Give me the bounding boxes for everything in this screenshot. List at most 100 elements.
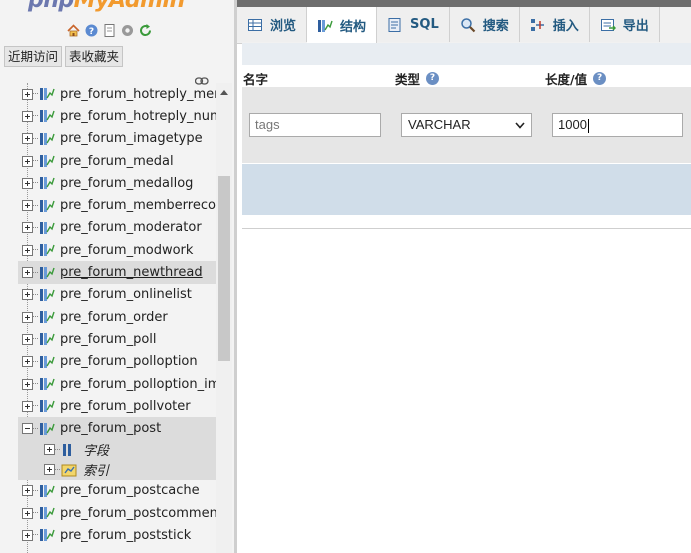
collapse-icon[interactable] <box>22 423 33 435</box>
table-name[interactable]: pre_forum_medal <box>60 154 174 169</box>
table-structure-icon[interactable] <box>39 86 55 102</box>
table-name[interactable]: pre_forum_newthread <box>60 265 203 280</box>
table-structure-icon[interactable] <box>39 198 55 214</box>
columns-node[interactable]: 字段 <box>18 439 216 460</box>
table-structure-icon[interactable] <box>39 131 55 147</box>
indexes-node[interactable]: 索引 <box>18 459 216 480</box>
table-structure-icon[interactable] <box>39 421 55 437</box>
column-name-input[interactable]: tags <box>249 113 381 137</box>
tab-export[interactable]: 导出 <box>589 7 660 42</box>
table-name[interactable]: pre_forum_post <box>60 421 161 436</box>
reload-icon[interactable] <box>138 23 153 38</box>
tab-search[interactable]: 搜索 <box>449 7 520 42</box>
table-name[interactable]: pre_forum_pollvoter <box>60 399 191 414</box>
expand-icon[interactable] <box>22 133 33 145</box>
table-name[interactable]: pre_forum_postcache <box>60 483 200 498</box>
table-structure-icon[interactable] <box>39 242 55 258</box>
expand-icon[interactable] <box>22 110 33 122</box>
table-row[interactable]: pre_forum_imagetype <box>18 128 216 150</box>
expand-icon[interactable] <box>22 333 33 345</box>
tab-insert[interactable]: 插入 <box>519 7 590 42</box>
scroll-up-arrow-icon[interactable] <box>220 90 228 95</box>
expand-icon[interactable] <box>22 244 33 256</box>
column-length-input[interactable]: 1000 <box>552 113 683 137</box>
expand-icon[interactable] <box>22 356 33 368</box>
expand-icon[interactable] <box>22 311 33 323</box>
table-name[interactable]: pre_forum_modwork <box>60 243 193 258</box>
table-row[interactable]: pre_forum_medal <box>18 150 216 172</box>
tab-structure[interactable]: 结构 <box>307 7 378 44</box>
table-row[interactable]: pre_forum_polloption_im <box>18 373 216 395</box>
expand-icon[interactable] <box>22 400 33 412</box>
tab-sql[interactable]: SQL <box>377 7 450 42</box>
expand-icon[interactable] <box>22 177 33 189</box>
table-name[interactable]: pre_forum_moderator <box>60 220 202 235</box>
help-icon[interactable]: ? <box>426 72 440 85</box>
expand-icon[interactable] <box>22 155 33 167</box>
table-structure-icon[interactable] <box>39 108 55 124</box>
table-row[interactable]: pre_forum_hotreply_num <box>18 105 216 127</box>
table-structure-icon[interactable] <box>39 354 55 370</box>
table-structure-icon[interactable] <box>39 483 55 499</box>
expand-icon[interactable] <box>22 485 33 497</box>
home-icon[interactable] <box>66 23 81 38</box>
help-icon[interactable]: ? <box>593 72 607 85</box>
table-name[interactable]: pre_forum_onlinelist <box>60 287 192 302</box>
table-row[interactable]: pre_forum_postcache <box>18 480 216 502</box>
table-row-expanded[interactable]: pre_forum_post <box>18 417 216 440</box>
table-name[interactable]: pre_forum_poststick <box>60 528 191 543</box>
expand-icon[interactable] <box>44 464 55 476</box>
column-type-select[interactable]: VARCHAR <box>401 113 532 137</box>
phpmyadmin-logo[interactable]: phpMyAdmin <box>28 0 185 13</box>
table-name[interactable]: pre_forum_postcommen <box>60 506 216 521</box>
table-row[interactable]: pre_forum_medallog <box>18 172 216 194</box>
table-name[interactable]: pre_forum_memberrecor <box>60 198 216 213</box>
tab-browse[interactable]: 浏览 <box>237 7 308 42</box>
table-row[interactable]: pre_forum_moderator <box>18 217 216 239</box>
table-structure-icon[interactable] <box>39 527 55 543</box>
expand-icon[interactable] <box>22 289 33 301</box>
table-structure-icon[interactable] <box>39 265 55 281</box>
table-row[interactable]: pre_forum_memberrecor <box>18 194 216 216</box>
expand-icon[interactable] <box>22 200 33 212</box>
table-name[interactable]: pre_forum_hotreply_num <box>60 109 216 124</box>
table-row[interactable]: pre_forum_poststick <box>18 524 216 546</box>
expand-icon[interactable] <box>22 529 33 541</box>
expand-icon[interactable] <box>22 378 33 390</box>
expand-icon[interactable] <box>44 444 55 456</box>
table-structure-icon[interactable] <box>39 505 55 521</box>
table-row[interactable]: pre_forum_modwork <box>18 239 216 261</box>
table-name[interactable]: pre_forum_hotreply_mer <box>60 87 216 102</box>
table-row[interactable]: pre_forum_poll <box>18 328 216 350</box>
tree-scrollbar[interactable] <box>216 83 232 553</box>
expand-icon[interactable] <box>22 222 33 234</box>
settings-icon[interactable] <box>120 23 135 38</box>
recent-tables-button[interactable]: 近期访问 <box>4 46 63 67</box>
table-structure-icon[interactable] <box>39 331 55 347</box>
table-structure-icon[interactable] <box>39 398 55 414</box>
favorite-tables-button[interactable]: 表收藏夹 <box>65 46 124 67</box>
table-row-hovered[interactable]: pre_forum_newthread <box>18 261 216 284</box>
table-name[interactable]: pre_forum_polloption <box>60 354 198 369</box>
table-row[interactable]: pre_forum_polloption <box>18 351 216 373</box>
expand-icon[interactable] <box>22 507 33 519</box>
table-structure-icon[interactable] <box>39 309 55 325</box>
table-structure-icon[interactable] <box>39 220 55 236</box>
expand-icon[interactable] <box>22 88 33 100</box>
table-row[interactable]: pre_forum_hotreply_mer <box>18 83 216 105</box>
expand-icon[interactable] <box>22 267 33 279</box>
scrollbar-thumb[interactable] <box>218 176 230 361</box>
indexes-label[interactable]: 索引 <box>83 460 109 479</box>
table-name[interactable]: pre_forum_imagetype <box>60 131 203 146</box>
table-row[interactable]: pre_forum_pollvoter <box>18 395 216 417</box>
help-icon[interactable]: ? <box>84 23 99 38</box>
table-row[interactable]: pre_forum_onlinelist <box>18 284 216 306</box>
columns-label[interactable]: 字段 <box>83 440 109 459</box>
table-name[interactable]: pre_forum_order <box>60 310 168 325</box>
table-structure-icon[interactable] <box>39 287 55 303</box>
table-name[interactable]: pre_forum_poll <box>60 332 157 347</box>
docs-icon[interactable] <box>102 23 117 38</box>
table-structure-icon[interactable] <box>39 376 55 392</box>
table-structure-icon[interactable] <box>39 175 55 191</box>
table-name[interactable]: pre_forum_polloption_im <box>60 377 216 392</box>
